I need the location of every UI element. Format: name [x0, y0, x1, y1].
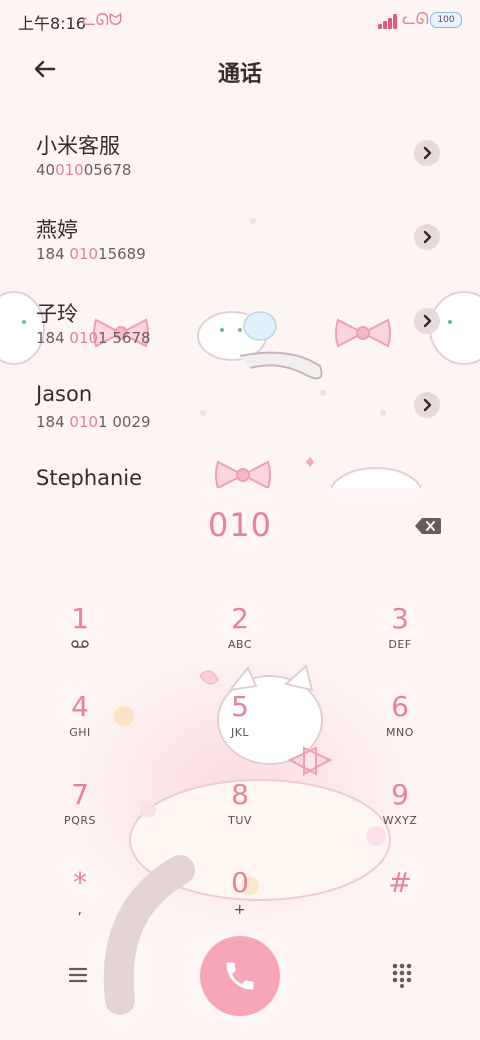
- status-bar: 上午8:16 ᓚᘏᗢ ᓚᘏ 100: [0, 0, 480, 40]
- contact-details-button[interactable]: [414, 392, 440, 418]
- dialpad-icon: [392, 963, 412, 988]
- key-star[interactable]: * ,: [20, 866, 140, 940]
- voicemail-icon: [71, 640, 89, 648]
- key-0[interactable]: 0 +: [180, 866, 300, 940]
- contact-row[interactable]: Stephanie: [0, 446, 480, 488]
- wifi-cat-icon: ᓚᘏ: [402, 9, 429, 28]
- key-5[interactable]: 5 JKL: [180, 690, 300, 764]
- key-9[interactable]: 9 WXYZ: [340, 778, 460, 852]
- header: 通话: [0, 46, 480, 96]
- cat-sticker-icon: ᓚᘏᗢ: [82, 10, 123, 29]
- contact-details-button[interactable]: [414, 308, 440, 334]
- key-hash[interactable]: #: [340, 866, 460, 940]
- contact-name: 燕婷: [36, 218, 78, 242]
- call-button[interactable]: [200, 936, 280, 1016]
- backspace-icon: [415, 518, 441, 534]
- battery-indicator: 100: [430, 12, 462, 28]
- contact-details-button[interactable]: [414, 140, 440, 166]
- key-6[interactable]: 6 MNO: [340, 690, 460, 764]
- chevron-right-icon: [423, 314, 432, 328]
- chevron-right-icon: [423, 398, 432, 412]
- menu-button[interactable]: [66, 964, 90, 986]
- key-2[interactable]: 2 ABC: [180, 602, 300, 676]
- contact-row[interactable]: 子玲 184 0101 5678: [0, 278, 480, 362]
- key-4[interactable]: 4 GHI: [20, 690, 140, 764]
- status-time: 上午8:16: [18, 14, 86, 33]
- contact-number: 184 01015689: [36, 245, 146, 263]
- contact-row[interactable]: Jason 184 0101 0029: [0, 362, 480, 446]
- contact-name: Stephanie: [36, 466, 143, 488]
- contact-name: 子玲: [36, 302, 78, 326]
- signal-icon: [378, 13, 400, 29]
- key-8[interactable]: 8 TUV: [180, 778, 300, 852]
- key-7[interactable]: 7 PQRS: [20, 778, 140, 852]
- page-title: 通话: [217, 62, 262, 87]
- contact-list: 小米客服 4001005678 燕婷 184 01015689 子玲 184 0…: [0, 110, 480, 488]
- chevron-right-icon: [423, 146, 432, 160]
- contact-details-button[interactable]: [414, 224, 440, 250]
- contact-name: 小米客服: [36, 134, 120, 158]
- contact-number: 184 0101 0029: [36, 413, 151, 431]
- contact-name: Jason: [36, 382, 93, 406]
- key-1[interactable]: 1: [20, 602, 140, 676]
- contact-row[interactable]: 燕婷 184 01015689: [0, 194, 480, 278]
- backspace-button[interactable]: [414, 516, 442, 536]
- phone-icon: [226, 962, 254, 990]
- contact-row[interactable]: 小米客服 4001005678: [0, 110, 480, 194]
- dialed-number-display: 010: [207, 506, 273, 544]
- contact-number: 184 0101 5678: [36, 329, 151, 347]
- chevron-right-icon: [423, 230, 432, 244]
- menu-icon: [68, 967, 88, 983]
- dialpad-toggle-button[interactable]: [390, 962, 414, 988]
- key-3[interactable]: 3 DEF: [340, 602, 460, 676]
- contact-number: 4001005678: [36, 161, 132, 179]
